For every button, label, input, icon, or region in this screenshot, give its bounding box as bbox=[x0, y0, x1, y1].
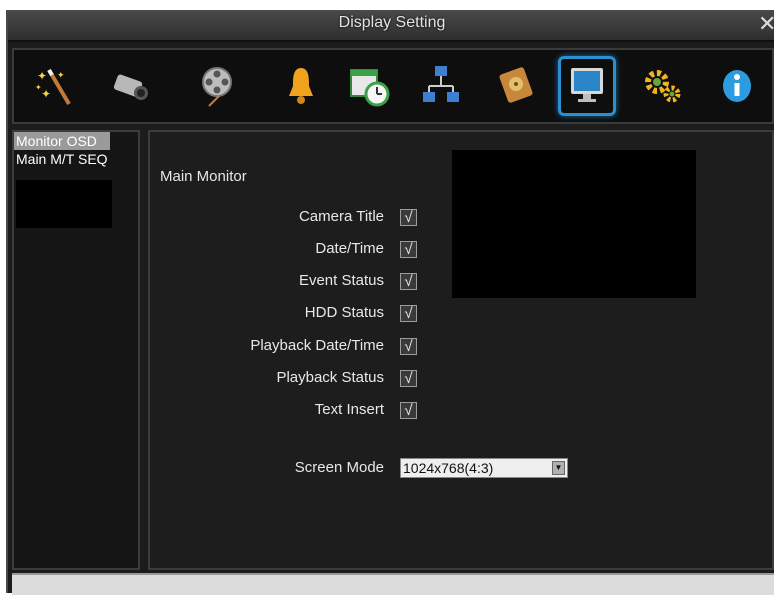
schedule-clock-icon bbox=[350, 69, 390, 107]
sidebar-item-monitor-osd[interactable]: Monitor OSD bbox=[14, 132, 110, 150]
toolbar-item-system[interactable] bbox=[634, 56, 692, 116]
toolbar-item-wizard[interactable]: ✦ ✦ ✦ ✦ bbox=[26, 56, 84, 116]
checkbox-event-status[interactable]: √ bbox=[400, 273, 417, 290]
info-icon bbox=[723, 70, 751, 102]
sidebar-item-main-mt-seq[interactable]: Main M/T SEQ bbox=[14, 150, 138, 168]
title-bar: Display Setting ✕ bbox=[8, 10, 774, 42]
svg-text:✦: ✦ bbox=[41, 87, 51, 101]
toolbar-item-info[interactable] bbox=[708, 56, 766, 116]
checkbox-date-time[interactable]: √ bbox=[400, 241, 417, 258]
toolbar-item-network[interactable] bbox=[412, 56, 470, 116]
film-reel-icon bbox=[202, 67, 232, 107]
monitor-icon bbox=[571, 68, 603, 102]
status-bar bbox=[12, 573, 774, 595]
hdd-icon bbox=[499, 67, 533, 103]
display-setting-window: Display Setting ✕ ✦ ✦ ✦ ✦ Monitor OSD Ma… bbox=[6, 10, 774, 595]
wand-icon: ✦ ✦ ✦ ✦ bbox=[35, 68, 71, 106]
chevron-down-icon[interactable]: ▼ bbox=[552, 461, 565, 475]
checkbox-playback-date-time[interactable]: √ bbox=[400, 338, 417, 355]
screen-mode-select[interactable]: 1024x768(4:3) ▼ bbox=[400, 458, 568, 478]
settings-panel: Main Monitor Camera Title √ Date/Time √ … bbox=[148, 130, 774, 570]
toolbar-item-display[interactable] bbox=[558, 56, 616, 116]
sidebar-menu: Monitor OSD Main M/T SEQ bbox=[12, 130, 140, 570]
checkbox-text-insert[interactable]: √ bbox=[400, 402, 417, 419]
toolbar-item-storage[interactable] bbox=[488, 56, 546, 116]
checkbox-hdd-status[interactable]: √ bbox=[400, 305, 417, 322]
svg-text:✦: ✦ bbox=[37, 69, 47, 83]
option-label-hdd-status: HDD Status bbox=[304, 304, 384, 321]
option-label-event-status: Event Status bbox=[298, 272, 384, 289]
settings-toolbar: ✦ ✦ ✦ ✦ bbox=[12, 48, 774, 124]
option-label-date-time: Date/Time bbox=[315, 240, 384, 257]
section-title: Main Monitor bbox=[160, 168, 247, 185]
toolbar-item-record[interactable] bbox=[188, 56, 246, 116]
screen-mode-value: 1024x768(4:3) bbox=[403, 460, 494, 476]
option-label-playback-date-time: Playback Date/Time bbox=[250, 337, 384, 354]
toolbar-item-schedule[interactable] bbox=[340, 56, 398, 116]
option-label-text-insert: Text Insert bbox=[314, 401, 384, 418]
checkbox-playback-status[interactable]: √ bbox=[400, 370, 417, 387]
window-title: Display Setting bbox=[338, 14, 446, 31]
svg-text:✦: ✦ bbox=[35, 83, 42, 92]
checkbox-camera-title[interactable]: √ bbox=[400, 209, 417, 226]
option-label-camera-title: Camera Title bbox=[298, 208, 384, 225]
sidebar-blank-area bbox=[16, 180, 112, 228]
network-icon bbox=[423, 66, 459, 102]
toolbar-item-alarm[interactable] bbox=[272, 56, 330, 116]
close-button[interactable]: ✕ bbox=[758, 12, 774, 36]
bell-icon bbox=[289, 68, 313, 104]
camera-icon bbox=[113, 74, 148, 100]
osd-preview-area bbox=[452, 150, 696, 298]
option-label-playback-status: Playback Status bbox=[276, 369, 384, 386]
gears-icon bbox=[645, 70, 681, 103]
screen-mode-label: Screen Mode bbox=[294, 459, 384, 476]
svg-text:✦: ✦ bbox=[57, 71, 65, 81]
toolbar-item-camera[interactable] bbox=[102, 56, 160, 116]
